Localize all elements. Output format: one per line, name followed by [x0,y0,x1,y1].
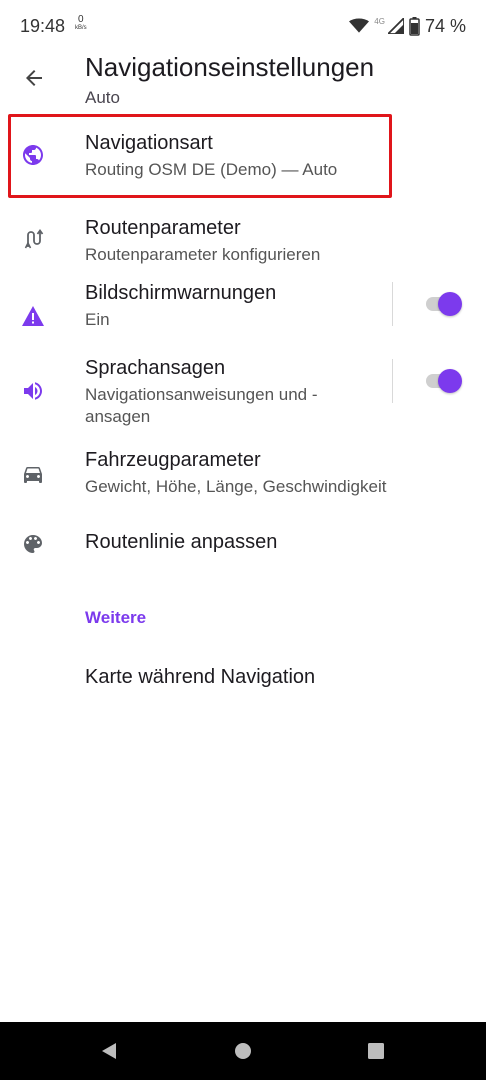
setting-title: Sprachansagen [85,357,226,379]
setting-subtitle: Ein [85,310,110,329]
setting-title: Bildschirmwarnungen [85,282,277,304]
arrow-back-icon [26,70,42,86]
warning-icon [20,303,46,329]
circle-home-icon [235,1043,251,1059]
setting-route-line[interactable]: Routenlinie anpassen [0,519,486,579]
settings-list: Navigationsart Routing OSM DE (Demo) — A… [0,110,486,579]
net-speed: 0 kB/s [75,14,87,32]
setting-subtitle: Gewicht, Höhe, Länge, Geschwindigkeit [85,477,387,496]
toggle-thumb [438,369,462,393]
section-header-more: Weitere [85,608,147,627]
system-nav-bar [0,1022,486,1080]
status-icons: 4G 74 % [349,15,466,37]
page-subtitle: Auto [85,88,120,107]
setting-screen-alerts[interactable]: Bildschirmwarnungen Ein [0,282,486,359]
setting-subtitle: Routing OSM DE (Demo) — Auto [85,160,338,179]
back-button[interactable] [18,62,50,94]
square-recents-icon [368,1043,384,1059]
top-app-bar: Navigationseinstellungen Auto [0,52,486,110]
setting-title: Fahrzeugparameter [85,449,261,471]
speaker-icon [20,378,46,404]
toggle-thumb [438,292,462,316]
battery-percent: 74 % [424,15,466,36]
wifi-icon [349,18,370,33]
divider [392,282,393,326]
screen-alerts-toggle[interactable] [424,291,464,317]
status-time: 19:48 [20,16,66,36]
globe-icon [20,142,46,168]
setting-title: Karte während Navigation [85,666,316,688]
page-title: Navigationseinstellungen [85,52,375,82]
setting-route-parameters[interactable]: Routenparameter Routenparameter konfigur… [0,197,486,282]
net-speed-value: 0 [78,14,84,25]
status-bar: 19:48 0 kB/s 4G 74 % [0,0,486,52]
setting-navigation-type[interactable]: Navigationsart Routing OSM DE (Demo) — A… [0,110,486,197]
setting-subtitle: Routenparameter konfigurieren [85,245,321,264]
nav-recents-button[interactable] [366,1041,386,1061]
setting-title: Routenlinie anpassen [85,531,278,553]
route-icon [20,225,46,251]
setting-map-during-navigation[interactable]: Karte während Navigation [0,650,486,710]
network-type: 4G [374,16,385,26]
setting-title: Routenparameter [85,217,241,239]
nav-home-button[interactable] [233,1041,253,1061]
setting-vehicle-parameters[interactable]: Fahrzeugparameter Gewicht, Höhe, Länge, … [0,449,486,519]
battery-icon [409,16,420,36]
setting-voice-prompts[interactable]: Sprachansagen Navigationsanweisungen und… [0,357,486,449]
divider [392,359,393,403]
car-icon [20,461,46,487]
palette-icon [20,531,46,557]
voice-prompts-toggle[interactable] [424,368,464,394]
setting-subtitle: Navigationsanweisungen und -ansagen [85,385,318,426]
nav-back-button[interactable] [99,1041,119,1061]
triangle-back-icon [102,1043,116,1059]
net-speed-unit: kB/s [75,25,87,31]
setting-title: Navigationsart [85,132,213,154]
signal-icon [387,18,404,34]
